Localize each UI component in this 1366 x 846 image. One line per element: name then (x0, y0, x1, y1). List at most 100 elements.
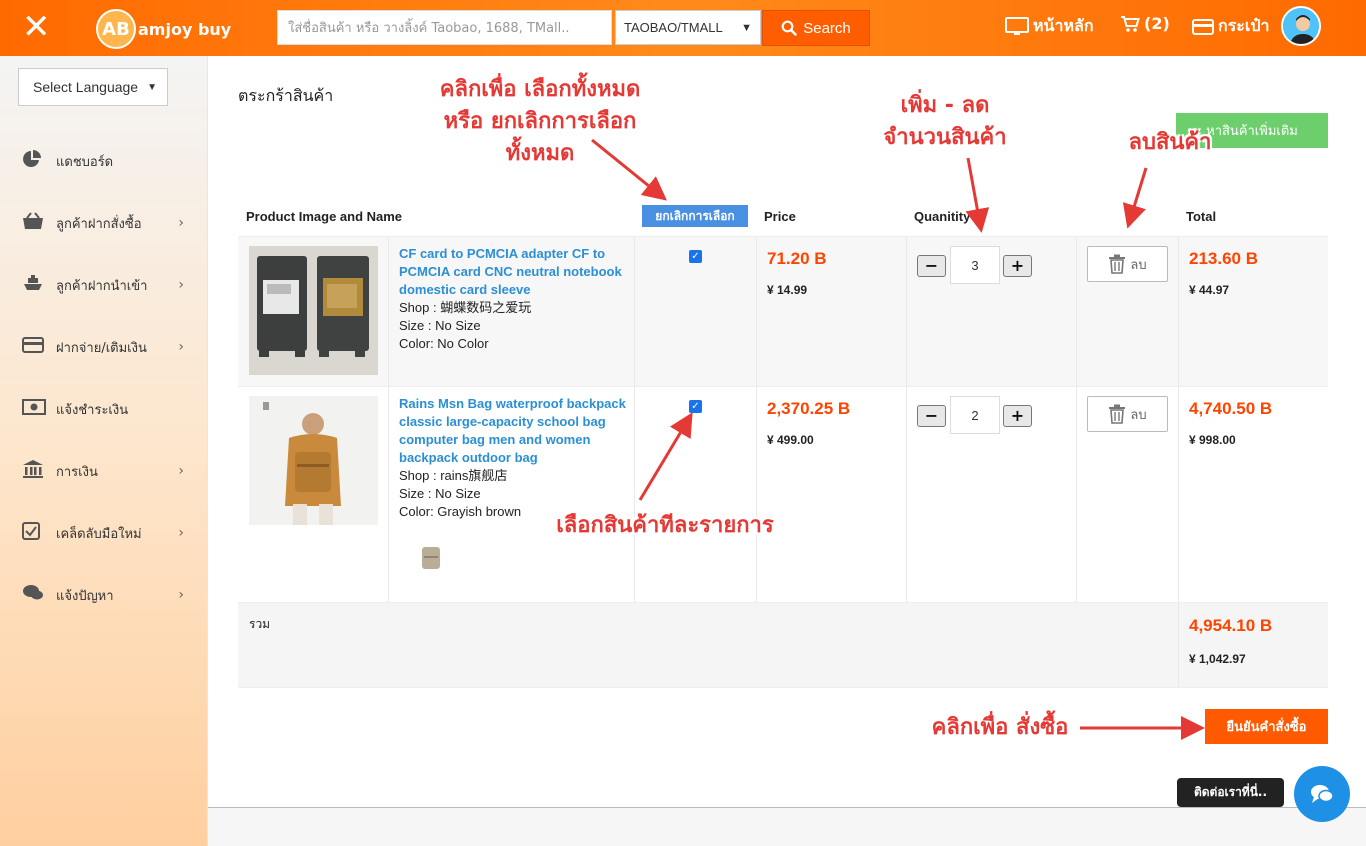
sidebar-item-order[interactable]: ลูกค้าฝากสั่งซื้อ › (22, 208, 192, 238)
sidebar-item-notify-payment[interactable]: แจ้งชำระเงิน (22, 394, 192, 424)
product-color: Color: No Color (399, 336, 489, 351)
product-image[interactable] (249, 396, 378, 525)
quantity-input[interactable]: 3 (950, 246, 1000, 284)
logo[interactable]: AB amjoy buy (96, 9, 231, 49)
sidebar-item-label: แจ้งชำระเงิน (56, 402, 129, 418)
sidebar-item-dashboard[interactable]: แดชบอร์ด (22, 146, 192, 176)
line-total-cny: ¥ 44.97 (1189, 283, 1230, 297)
delete-item-label: ลบ (1130, 407, 1147, 423)
avatar-icon (1283, 8, 1319, 44)
unit-price-cny: ¥ 499.00 (767, 433, 814, 447)
footer (208, 808, 1366, 846)
quantity-input[interactable]: 2 (950, 396, 1000, 434)
quantity-increase-button[interactable]: + (1003, 255, 1032, 277)
search-placeholder: ใส่ชื่อสินค้า หรือ วางลิ้งค์ Taobao, 168… (288, 21, 570, 36)
product-size: Size : No Size (399, 318, 481, 333)
ship-icon (22, 274, 50, 296)
sidebar-item-report-issue[interactable]: แจ้งปัญหา › (22, 580, 192, 610)
annotation-select-item: เลือกสินค้าทีละรายการ (556, 513, 774, 538)
product-image[interactable] (249, 246, 378, 375)
comments-icon (22, 584, 50, 606)
chevron-right-icon: › (178, 277, 184, 293)
search-button[interactable]: Search (762, 10, 870, 46)
sidebar-item-label: ลูกค้าฝากสั่งซื้อ (56, 216, 142, 232)
user-avatar[interactable] (1281, 6, 1321, 46)
nav-wallet-label: กระเป๋า (1218, 16, 1270, 35)
search-source-value: TAOBAO/TMALL (624, 20, 723, 35)
annotation-order: คลิกเพื่อ สั่งซื้อ (931, 715, 1069, 740)
chevron-down-icon: ▼ (147, 81, 157, 93)
sidebar-item-payment[interactable]: ฝากจ่าย/เติมเงิน › (22, 332, 192, 362)
sidebar-item-label: การเงิน (56, 464, 98, 480)
nav-cart-count: (2) (1144, 14, 1170, 33)
delete-item-label: ลบ (1130, 257, 1147, 273)
line-total-cny: ¥ 998.00 (1189, 433, 1236, 447)
search-source-select[interactable]: TAOBAO/TMALL ▼ (615, 10, 761, 45)
language-select[interactable]: Select Language ▼ (18, 68, 168, 106)
grand-total-thb: 4,954.10 B (1189, 616, 1273, 635)
chat-icon (1311, 785, 1334, 803)
annotation-line: จำนวนสินค้า (883, 125, 1007, 150)
sidebar-item-import[interactable]: ลูกค้าฝากนำเข้า › (22, 270, 192, 300)
credit-card-icon (1192, 18, 1214, 35)
sidebar-item-label: แดชบอร์ด (56, 154, 114, 170)
product-color: Color: Grayish brown (399, 504, 522, 519)
product-name-link[interactable]: CF card to PCMCIA adapter CF to PCMCIA c… (399, 245, 629, 299)
annotation-line: ทั้งหมด (505, 141, 575, 166)
contact-us-label[interactable]: ติดต่อเราที่นี่.. (1177, 778, 1284, 807)
sum-label: รวม (249, 617, 271, 631)
annotation-line: หรือ ยกเลิกการเลือก (443, 109, 637, 134)
checkbox-icon (22, 522, 50, 544)
monitor-icon (1005, 16, 1029, 35)
top-navbar: ✕ AB amjoy buy ใส่ชื่อสินค้า หรือ วางลิ้… (0, 0, 1366, 56)
delete-item-button[interactable]: ลบ (1087, 396, 1168, 432)
logo-mark: AB (96, 9, 136, 49)
arrow-to-delete (1122, 167, 1148, 229)
search-icon (781, 20, 798, 36)
nav-cart[interactable]: (2) (1120, 14, 1170, 33)
item-select-checkbox[interactable]: ✓ (689, 400, 702, 413)
search-input[interactable]: ใส่ชื่อสินค้า หรือ วางลิ้งค์ Taobao, 168… (277, 10, 612, 45)
chevron-right-icon: › (178, 215, 184, 231)
nav-home-label: หน้าหลัก (1033, 16, 1094, 35)
annotation-line: คลิกเพื่อ เลือกทั้งหมด (439, 77, 641, 102)
search-button-label: Search (803, 19, 851, 37)
product-variant-thumbnail[interactable] (414, 541, 446, 573)
chat-button[interactable] (1294, 766, 1350, 822)
column-header-quantity: Quanitity (914, 209, 971, 224)
item-select-checkbox[interactable]: ✓ (689, 250, 702, 263)
column-header-product: Product Image and Name (246, 209, 403, 224)
deselect-all-button[interactable]: ยกเลิกการเลือก (642, 205, 748, 227)
quantity-decrease-button[interactable]: − (917, 405, 946, 427)
unit-price-thb: 2,370.25 B (767, 399, 851, 418)
trash-icon (1109, 404, 1126, 424)
quantity-increase-button[interactable]: + (1003, 405, 1032, 427)
money-icon (22, 399, 50, 419)
close-menu-icon[interactable]: ✕ (22, 10, 78, 46)
nav-home[interactable]: หน้าหลัก (1005, 14, 1094, 39)
sidebar-item-tips[interactable]: เคล็ดลับมือใหม่ › (22, 518, 192, 548)
language-select-value: Select Language (33, 79, 139, 95)
confirm-order-button[interactable]: ยืนยันคำสั่งซื้อ (1205, 709, 1328, 744)
credit-card-icon (22, 337, 50, 357)
chevron-right-icon: › (178, 339, 184, 355)
chevron-right-icon: › (178, 525, 184, 541)
sidebar-item-finance[interactable]: การเงิน › (22, 456, 192, 486)
delete-item-button[interactable]: ลบ (1087, 246, 1168, 282)
product-shop: Shop : 蝴蝶数码之爱玩 (399, 300, 532, 315)
line-total-thb: 4,740.50 B (1189, 399, 1273, 418)
product-shop: Shop : rains旗舰店 (399, 468, 508, 483)
bank-icon (22, 459, 50, 483)
quantity-decrease-button[interactable]: − (917, 255, 946, 277)
cart-icon (1121, 15, 1140, 32)
unit-price-cny: ¥ 14.99 (767, 283, 808, 297)
annotation-quantity: เพิ่ม - ลด จำนวนสินค้า (860, 90, 1030, 154)
nav-wallet[interactable]: กระเป๋า (1192, 14, 1269, 39)
sidebar-item-label: ฝากจ่าย/เติมเงิน (56, 340, 147, 356)
sidebar-item-label: ลูกค้าฝากนำเข้า (56, 278, 148, 294)
grand-total-cny: ¥ 1,042.97 (1189, 652, 1246, 666)
product-name-link[interactable]: Rains Msn Bag waterproof backpack classi… (399, 395, 629, 467)
sidebar: Select Language ▼ แดชบอร์ด ลูกค้าฝากสั่ง… (0, 56, 208, 846)
annotation-select-all: คลิกเพื่อ เลือกทั้งหมด หรือ ยกเลิกการเลื… (410, 74, 670, 170)
unit-price-thb: 71.20 B (767, 249, 827, 268)
